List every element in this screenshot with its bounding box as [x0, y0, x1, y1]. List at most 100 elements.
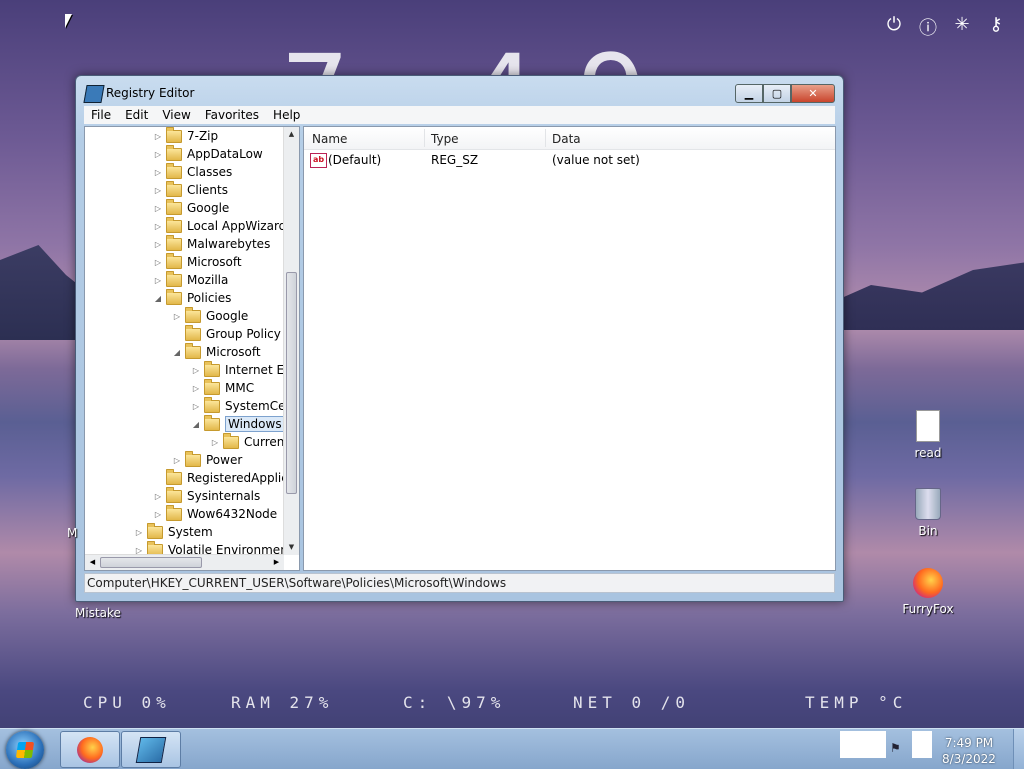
close-button[interactable]: ✕	[791, 84, 835, 103]
column-header-data[interactable]: Data	[552, 132, 581, 146]
taskbar-clock[interactable]: 7:49 PM 8/3/2022	[939, 735, 999, 767]
tree-vertical-scrollbar[interactable]: ▲ ▼	[283, 127, 299, 555]
maximize-button[interactable]: ▢	[763, 84, 791, 103]
value-row[interactable]: ab (Default) REG_SZ (value not set)	[304, 151, 835, 169]
tree-node[interactable]: Group Policy	[172, 324, 281, 343]
list-header: Name Type Data	[304, 127, 835, 150]
tree-node-label: Google	[187, 201, 230, 215]
loading-icon[interactable]: ✳	[952, 14, 972, 40]
folder-icon	[204, 378, 220, 395]
collapsed-arrow-icon[interactable]: ▷	[191, 384, 201, 393]
info-icon[interactable]: ⓘ	[918, 14, 938, 40]
collapsed-arrow-icon[interactable]: ▷	[210, 438, 220, 447]
window-titlebar[interactable]: Registry Editor ▁ ▢ ✕	[76, 76, 843, 106]
collapsed-arrow-icon[interactable]: ▷	[134, 528, 144, 537]
tree-node[interactable]: ▷ 7-Zip	[153, 127, 218, 145]
desktop-icon-read[interactable]: read	[893, 410, 963, 460]
tree-node-label: Power	[206, 453, 243, 467]
collapsed-arrow-icon[interactable]: ▷	[191, 402, 201, 411]
start-button[interactable]	[6, 731, 44, 769]
tree-node[interactable]: ▷ Power	[172, 450, 243, 469]
collapsed-arrow-icon[interactable]: ▷	[153, 150, 163, 159]
registry-editor-taskbar-button[interactable]	[121, 731, 181, 768]
folder-icon	[204, 396, 220, 413]
expanded-arrow-icon[interactable]: ◢	[172, 348, 182, 357]
collapsed-arrow-icon[interactable]: ▷	[153, 132, 163, 141]
tree-node[interactable]: ▷ Clients	[153, 180, 228, 199]
desktop-icon-mistake-label[interactable]: Mistake	[75, 606, 121, 620]
recycle-bin-icon	[915, 488, 941, 520]
firefox-icon	[913, 568, 943, 598]
menu-help[interactable]: Help	[266, 106, 307, 124]
clock-time: 7:49 PM	[944, 736, 994, 750]
tree-node-label: 7-Zip	[187, 129, 219, 143]
menu-file[interactable]: File	[84, 106, 118, 124]
collapsed-arrow-icon[interactable]: ▷	[153, 204, 163, 213]
desktop-icon-furryfox[interactable]: FurryFox	[893, 568, 963, 616]
desktop-icon-bin[interactable]: Bin	[893, 488, 963, 538]
collapsed-arrow-icon[interactable]: ▷	[153, 186, 163, 195]
tree-node[interactable]: ▷ Google	[153, 198, 230, 217]
tree-node[interactable]: ▷ Current	[210, 432, 289, 451]
expanded-arrow-icon[interactable]: ◢	[153, 294, 163, 303]
tree-node[interactable]: ▷ Microsoft	[153, 252, 242, 271]
menu-favorites[interactable]: Favorites	[198, 106, 266, 124]
tree-node[interactable]: ▷ System	[134, 522, 213, 541]
collapsed-arrow-icon[interactable]: ▷	[172, 456, 182, 465]
registry-values-list[interactable]: Name Type Data ab (Default) REG_SZ (valu…	[303, 126, 836, 571]
firefox-taskbar-button[interactable]	[60, 731, 120, 768]
collapsed-arrow-icon[interactable]: ▷	[153, 168, 163, 177]
tree-node[interactable]: ▷ AppDataLow	[153, 144, 263, 163]
cpu-readout: CPU 0%	[83, 693, 171, 712]
tree-node[interactable]: ▷ Sysinternals	[153, 486, 260, 505]
tree-node[interactable]: ▷ Wow6432Node	[153, 504, 277, 523]
collapsed-arrow-icon[interactable]: ▷	[153, 258, 163, 267]
tree-node[interactable]: RegisteredApplica	[153, 468, 295, 487]
collapsed-arrow-icon[interactable]: ▷	[153, 240, 163, 249]
column-header-type[interactable]: Type	[431, 132, 459, 146]
menu-edit[interactable]: Edit	[118, 106, 155, 124]
tree-node-label: System	[168, 525, 213, 539]
scroll-thumb[interactable]	[286, 272, 297, 494]
tree-node[interactable]: ◢ Policies	[153, 288, 231, 307]
scroll-right-arrow[interactable]: ▶	[269, 555, 284, 570]
tree-node[interactable]: ▷ MMC	[191, 378, 254, 397]
scroll-thumb-horizontal[interactable]	[100, 557, 202, 568]
tree-node[interactable]: ▷ Mozilla	[153, 270, 228, 289]
tree-node[interactable]: ◢ Microsoft	[172, 342, 261, 361]
scroll-up-arrow[interactable]: ▲	[284, 127, 299, 142]
power-icon[interactable]: ⏻	[884, 14, 904, 40]
tree-node[interactable]: ▷ Google	[172, 306, 248, 325]
tree-horizontal-scrollbar[interactable]: ◀ ▶	[85, 554, 284, 570]
registry-editor-window: Registry Editor ▁ ▢ ✕ File Edit View Fav…	[75, 75, 844, 602]
column-header-name[interactable]: Name	[312, 132, 347, 146]
show-desktop-button[interactable]	[1013, 729, 1024, 769]
expanded-arrow-icon[interactable]: ◢	[191, 420, 201, 429]
folder-icon	[166, 180, 182, 197]
collapsed-arrow-icon[interactable]: ▷	[153, 510, 163, 519]
tree-node[interactable]: ▷ SystemCer	[191, 396, 290, 415]
collapsed-arrow-icon[interactable]: ▷	[153, 276, 163, 285]
tree-node[interactable]: ▷ Malwarebytes	[153, 234, 270, 253]
collapsed-arrow-icon[interactable]: ▷	[172, 312, 182, 321]
window-controls: ▁ ▢ ✕	[735, 84, 835, 103]
tree-node-label: Local AppWizard-	[187, 219, 291, 233]
menu-view[interactable]: View	[155, 106, 197, 124]
tray-blank-area-2	[912, 731, 932, 758]
collapsed-arrow-icon[interactable]: ▷	[153, 492, 163, 501]
key-icon[interactable]: ⚷	[986, 14, 1006, 40]
document-icon	[916, 410, 940, 442]
tree-node[interactable]: ▷ Classes	[153, 162, 232, 181]
folder-icon	[166, 252, 182, 269]
firefox-icon	[77, 736, 103, 763]
action-center-flag-icon[interactable]: ⚑	[890, 741, 904, 755]
registry-key-tree[interactable]: ▷ Volatile Environment ▷ System ▷ Wow6432Node…	[84, 126, 300, 571]
tree-node[interactable]: ▷ Local AppWizard-	[153, 216, 291, 235]
scroll-left-arrow[interactable]: ◀	[85, 555, 100, 570]
folder-icon	[185, 324, 201, 341]
collapsed-arrow-icon[interactable]: ▷	[153, 222, 163, 231]
tree-node[interactable]: ◢ Windows	[191, 414, 285, 433]
scroll-down-arrow[interactable]: ▼	[284, 540, 299, 555]
minimize-button[interactable]: ▁	[735, 84, 763, 103]
collapsed-arrow-icon[interactable]: ▷	[191, 366, 201, 375]
